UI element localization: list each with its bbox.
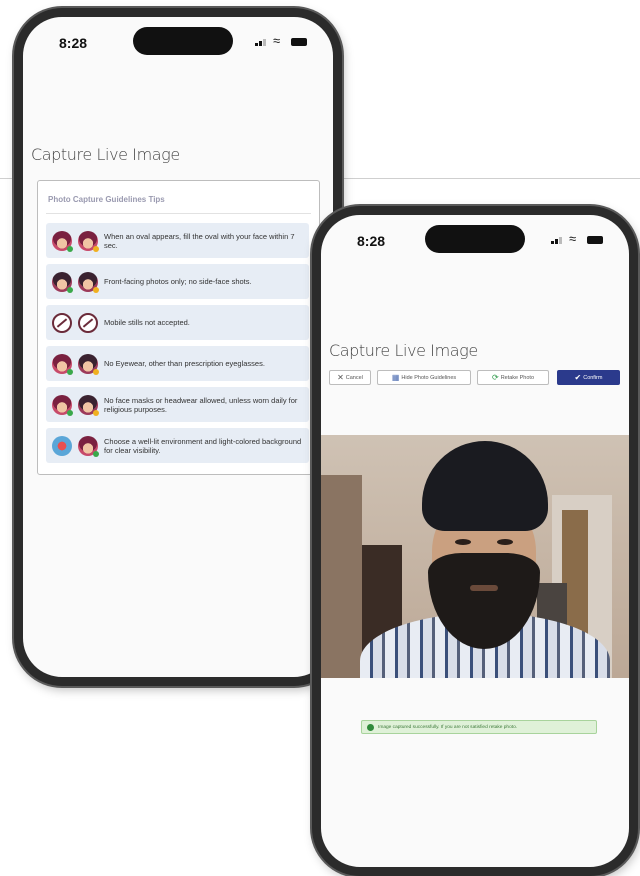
signal-bar [555, 239, 558, 244]
success-message: Image captured successfully. If you are … [361, 720, 597, 734]
confirm-button[interactable]: ✔ Confirm [557, 370, 620, 385]
retake-label: Retake Photo [500, 374, 535, 381]
guidelines-icon: ▦ [391, 372, 400, 382]
retake-photo-button[interactable]: ⟳ Retake Photo [477, 370, 549, 385]
tip-text: No Eyewear, other than prescription eyeg… [104, 359, 265, 368]
wifi-icon: ≈ [569, 231, 577, 246]
battery-icon [587, 236, 603, 244]
cancel-button[interactable]: ✕ Cancel [329, 370, 371, 385]
signal-bar [259, 41, 262, 46]
phone-guidelines: 8:28 ≈ Capture Live Image Photo Capture … [14, 8, 342, 686]
captured-photo [321, 435, 629, 678]
headwear-icon [78, 395, 99, 416]
wifi-icon: ≈ [273, 33, 281, 48]
face-in-oval-icon [52, 231, 73, 252]
divider [46, 213, 311, 214]
status-icons: ≈ [255, 34, 307, 48]
page-title: Capture Live Image [329, 341, 478, 360]
tip-item: No Eyewear, other than prescription eyeg… [46, 346, 309, 381]
signal-icon [255, 43, 258, 46]
photo-turban [422, 441, 548, 531]
tip-item: Mobile stills not accepted. [46, 305, 309, 340]
tip-text: Front-facing photos only; no side-face s… [104, 277, 252, 286]
tip-text: When an oval appears, fill the oval with… [104, 231, 295, 250]
success-text: Image captured successfully. If you are … [378, 724, 518, 730]
capture-toolbar: ✕ Cancel ▦ Hide Photo Guidelines ⟳ Retak… [329, 370, 629, 385]
page-title: Capture Live Image [31, 145, 180, 164]
tip-item: When an oval appears, fill the oval with… [46, 223, 309, 258]
dynamic-island [425, 225, 525, 253]
face-icon [78, 436, 99, 457]
eyewear-icon [78, 354, 99, 375]
tip-text: Choose a well-lit environment and light-… [104, 436, 302, 455]
guidelines-title: Photo Capture Guidelines Tips [48, 195, 165, 204]
face-in-oval-icon [78, 231, 99, 252]
retake-icon: ⟳ [491, 372, 499, 382]
no-mobile-icon [52, 313, 72, 333]
signal-bar [559, 237, 562, 244]
guidelines-panel: Photo Capture Guidelines Tips When an ov… [37, 180, 320, 475]
hide-guidelines-button[interactable]: ▦ Hide Photo Guidelines [377, 370, 471, 385]
checkmark-icon: ✔ [574, 372, 582, 382]
signal-bar [263, 39, 266, 46]
phone-capture: 8:28 ≈ Capture Live Image ✕ Cancel ▦ Hid… [312, 206, 638, 876]
tip-item: Choose a well-lit environment and light-… [46, 428, 309, 463]
environment-icon [52, 436, 72, 456]
confirm-label: Confirm [583, 374, 603, 381]
face-icon [52, 354, 73, 375]
tip-item: No face masks or headwear allowed, unles… [46, 387, 309, 422]
success-icon [367, 723, 374, 731]
photo-eye [497, 539, 513, 545]
hide-guidelines-label: Hide Photo Guidelines [401, 374, 457, 381]
status-time: 8:28 [357, 233, 386, 249]
tip-text: Mobile stills not accepted. [104, 318, 190, 327]
tip-text: No face masks or headwear allowed, unles… [104, 395, 298, 414]
status-time: 8:28 [59, 35, 88, 51]
close-icon: ✕ [337, 372, 344, 382]
tip-item: Front-facing photos only; no side-face s… [46, 264, 309, 299]
side-face-icon [78, 272, 99, 293]
cancel-label: Cancel [345, 374, 363, 381]
battery-icon [291, 38, 307, 46]
signal-icon [551, 241, 554, 244]
status-icons: ≈ [551, 232, 603, 246]
face-icon [52, 395, 73, 416]
dynamic-island [133, 27, 233, 55]
photo-mouth [470, 585, 498, 591]
photo-background [321, 475, 362, 678]
photo-eye [455, 539, 471, 545]
front-face-icon [52, 272, 73, 293]
no-photo-icon [78, 313, 98, 333]
